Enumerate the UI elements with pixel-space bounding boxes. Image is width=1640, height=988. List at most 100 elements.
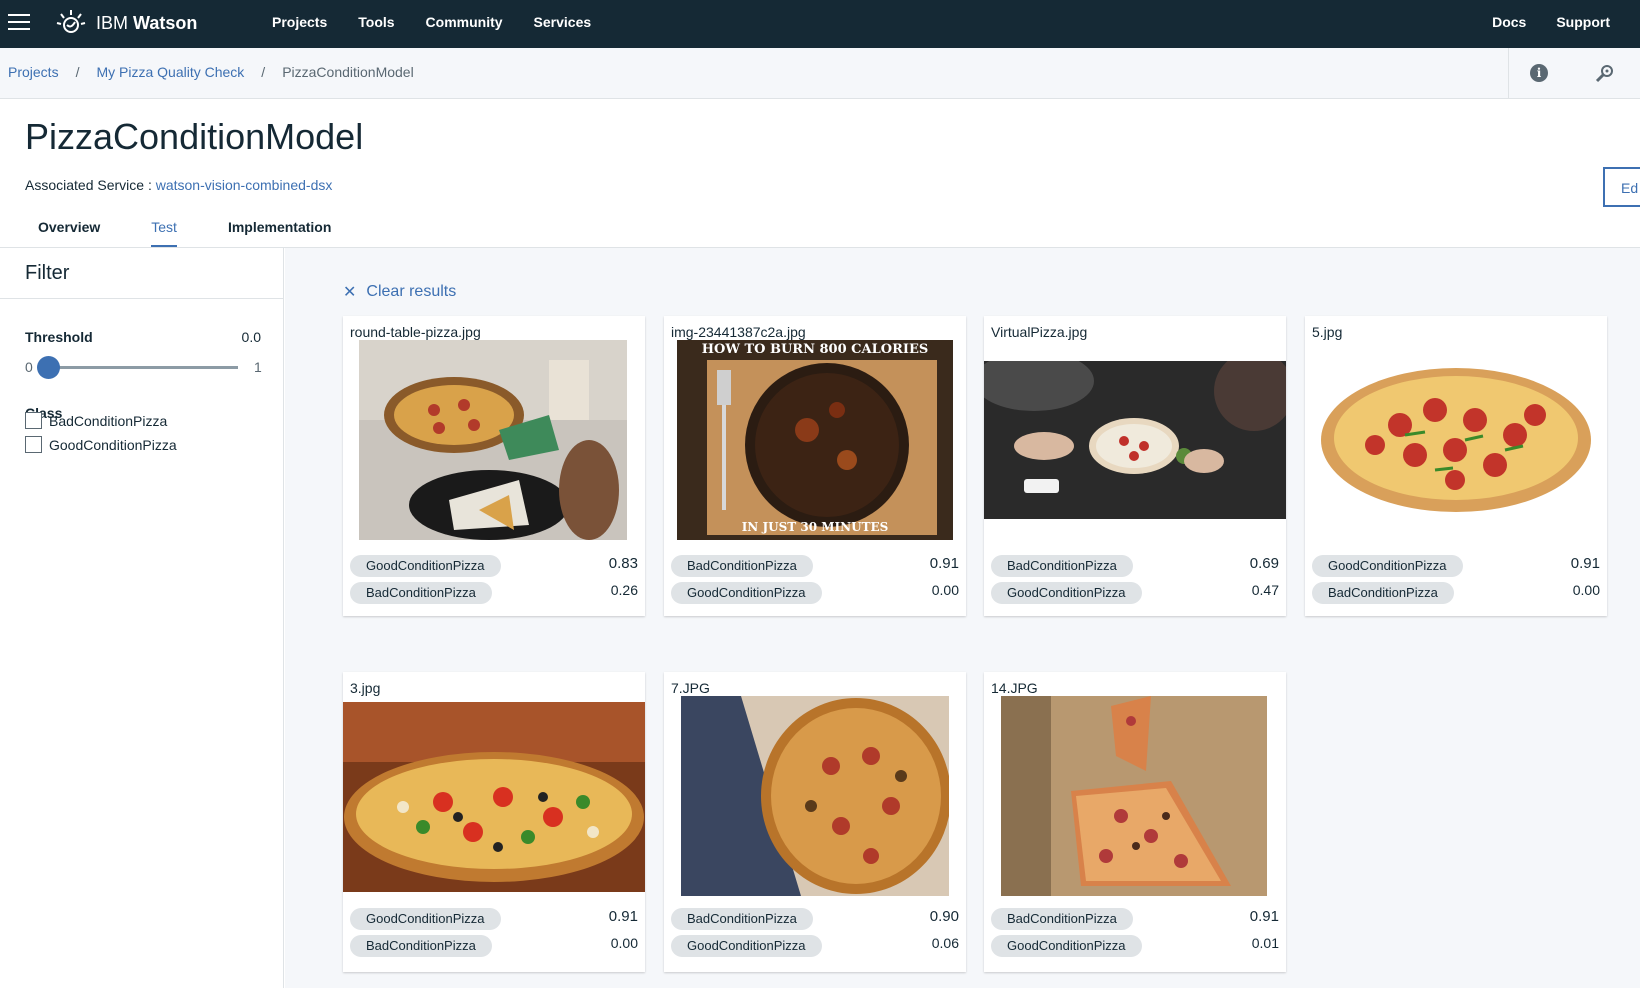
class-option-label: GoodConditionPizza (49, 436, 177, 453)
breadcrumb-separator: / (261, 64, 266, 80)
checkbox[interactable] (25, 436, 42, 453)
pizza-photo (359, 340, 627, 540)
tab-overview[interactable]: Overview (38, 219, 100, 247)
filter-title: Filter (25, 262, 70, 284)
class-checkbox-bad[interactable]: BadConditionPizza (25, 412, 167, 429)
class-score: 0.01 (1251, 935, 1279, 951)
class-option-label: BadConditionPizza (49, 412, 168, 429)
checkbox[interactable] (25, 412, 42, 429)
image-filename: img-23441387c2a.jpg (671, 324, 806, 340)
class-tag[interactable]: BadConditionPizza (991, 908, 1133, 930)
image-filename: 3.jpg (350, 680, 381, 696)
divider (1508, 48, 1509, 99)
result-card: VirtualPizza.jpg BadConditionPizza 0.69 … (984, 316, 1286, 616)
class-tag[interactable]: BadConditionPizza (1312, 582, 1454, 604)
associated-service-label: Associated Service : (25, 177, 156, 193)
nav-projects[interactable]: Projects (272, 0, 327, 48)
class-tag[interactable]: BadConditionPizza (350, 935, 492, 957)
threshold-slider-handle[interactable] (37, 356, 60, 379)
nav-community[interactable]: Community (426, 0, 503, 48)
result-card: round-table-pizza.jpg GoodConditionPizza… (343, 316, 645, 616)
filter-sidebar: Filter Threshold 0.0 0 1 Class BadCondit… (0, 248, 284, 988)
slider-max-label: 1 (254, 359, 262, 375)
tabs: Overview Test Implementation (38, 219, 382, 247)
class-score: 0.91 (1249, 908, 1279, 925)
image-filename: VirtualPizza.jpg (991, 324, 1088, 340)
slider-min-label: 0 (25, 359, 33, 375)
class-score: 0.47 (1251, 582, 1279, 598)
class-tag[interactable]: GoodConditionPizza (671, 582, 822, 604)
breadcrumb-bar: Projects / My Pizza Quality Check / Pizz… (0, 48, 1640, 99)
nav-docs[interactable]: Docs (1492, 0, 1526, 48)
associated-service-link[interactable]: watson-vision-combined-dsx (156, 177, 333, 193)
nav-tools[interactable]: Tools (358, 0, 394, 48)
class-checkbox-good[interactable]: GoodConditionPizza (25, 436, 177, 453)
class-score: 0.69 (1249, 555, 1279, 572)
class-tag[interactable]: GoodConditionPizza (1312, 555, 1463, 577)
pizza-photo (1305, 340, 1607, 540)
clear-results-label: Clear results (366, 283, 457, 300)
pizza-photo (343, 702, 645, 892)
class-score: 0.26 (610, 582, 638, 598)
hamburger-menu-icon[interactable] (8, 14, 30, 32)
image-filename: 14.JPG (991, 680, 1038, 696)
class-score: 0.00 (931, 582, 959, 598)
breadcrumb-project[interactable]: My Pizza Quality Check (96, 64, 244, 80)
class-tag[interactable]: BadConditionPizza (991, 555, 1133, 577)
breadcrumb-projects[interactable]: Projects (8, 64, 59, 80)
class-score: 0.83 (608, 555, 638, 572)
class-score: 0.00 (1572, 582, 1600, 598)
pizza-photo (1001, 696, 1267, 896)
meme-text-bottom: IN JUST 30 MINUTES (741, 520, 889, 534)
divider (0, 298, 284, 299)
wrench-icon[interactable] (1594, 62, 1616, 84)
image-filename: round-table-pizza.jpg (350, 324, 481, 340)
clear-results-button[interactable]: ✕ Clear results (343, 282, 456, 302)
page-title: PizzaConditionModel (25, 116, 364, 157)
nav-services[interactable]: Services (534, 0, 592, 48)
tab-implementation[interactable]: Implementation (228, 219, 331, 247)
class-tag[interactable]: GoodConditionPizza (671, 935, 822, 957)
primary-nav: Projects Tools Community Services (272, 0, 622, 48)
pizza-photo (681, 696, 949, 896)
class-tag[interactable]: GoodConditionPizza (991, 582, 1142, 604)
class-tag[interactable]: BadConditionPizza (350, 582, 492, 604)
class-score: 0.91 (1570, 555, 1600, 572)
image-filename: 5.jpg (1312, 324, 1343, 340)
pizza-photo (984, 361, 1286, 519)
class-tag[interactable]: BadConditionPizza (671, 555, 813, 577)
result-card: img-23441387c2a.jpg HOW TO BURN 800 CALO… (664, 316, 966, 616)
ibm-watson-logo-icon (56, 10, 86, 33)
image-filename: 7.JPG (671, 680, 710, 696)
associated-service: Associated Service : watson-vision-combi… (25, 177, 332, 193)
class-score: 0.91 (608, 908, 638, 925)
threshold-label: Threshold (25, 329, 93, 345)
result-card: 3.jpg GoodConditionPizza 0.91 BadConditi… (343, 672, 645, 972)
result-card: 7.JPG BadConditionPizza 0.90 GoodConditi… (664, 672, 966, 972)
class-tag[interactable]: GoodConditionPizza (350, 908, 501, 930)
result-card: 5.jpg GoodConditionPizza 0.91 BadConditi… (1305, 316, 1607, 616)
pizza-photo: HOW TO BURN 800 CALORIES IN JUST 30 MINU… (677, 340, 953, 540)
threshold-value: 0.0 (241, 329, 261, 345)
class-tag[interactable]: GoodConditionPizza (350, 555, 501, 577)
brand-name[interactable]: IBM Watson (96, 13, 197, 34)
breadcrumb-current: PizzaConditionModel (282, 64, 414, 80)
meme-text-top: HOW TO BURN 800 CALORIES (701, 342, 929, 357)
top-nav: IBM Watson Projects Tools Community Serv… (0, 0, 1640, 48)
threshold-slider-track[interactable] (44, 366, 238, 369)
class-tag[interactable]: GoodConditionPizza (991, 935, 1142, 957)
class-score: 0.91 (929, 555, 959, 572)
edit-button[interactable]: Ed (1603, 167, 1640, 207)
class-score: 0.90 (929, 908, 959, 925)
result-card: 14.JPG BadConditionPizza 0.91 GoodCondit… (984, 672, 1286, 972)
tab-test[interactable]: Test (151, 219, 177, 247)
breadcrumb-separator: / (75, 64, 80, 80)
info-icon[interactable]: i (1530, 64, 1548, 82)
class-score: 0.00 (610, 935, 638, 951)
nav-support[interactable]: Support (1556, 0, 1610, 48)
close-icon: ✕ (343, 284, 357, 301)
class-score: 0.06 (931, 935, 959, 951)
class-tag[interactable]: BadConditionPizza (671, 908, 813, 930)
secondary-nav: Docs Support (1462, 0, 1610, 48)
breadcrumb: Projects / My Pizza Quality Check / Pizz… (8, 64, 414, 80)
